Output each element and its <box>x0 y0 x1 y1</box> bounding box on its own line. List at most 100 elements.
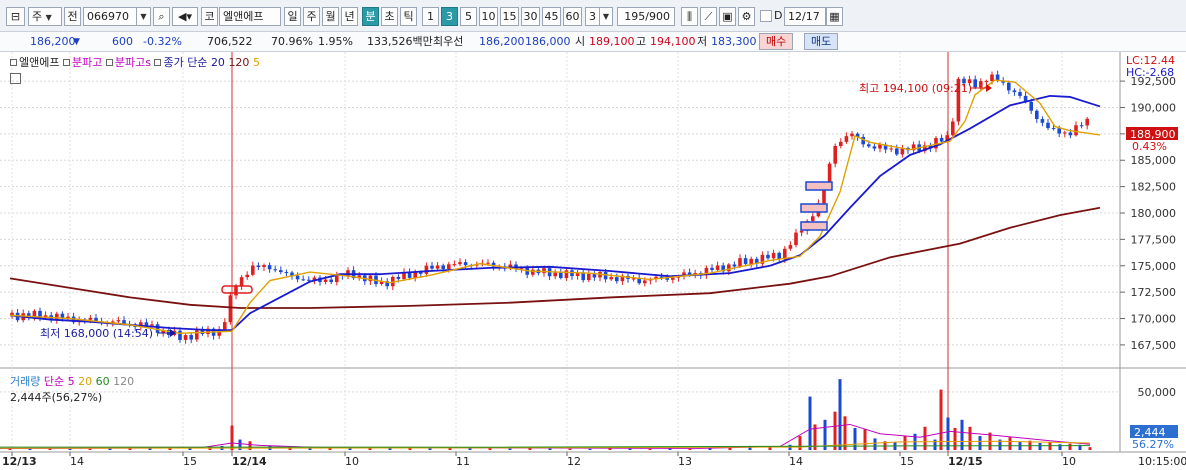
volume-bar <box>968 426 972 450</box>
interval-10[interactable]: 10 <box>479 7 498 26</box>
candle-body <box>441 265 445 269</box>
volume-bar <box>648 448 652 450</box>
time-axis-label: 10 <box>1062 455 1076 468</box>
candle-body <box>116 320 121 322</box>
high-label: 고 <box>636 35 647 48</box>
interval-30[interactable]: 30 <box>521 7 540 26</box>
current-pct-label: 0.43% <box>1132 140 1167 153</box>
gear-icon[interactable]: ⚙ <box>738 7 755 26</box>
legend-toggle[interactable] <box>10 59 17 66</box>
legend-item-close-ma[interactable]: 종가 단순 <box>163 56 207 69</box>
candle-body <box>771 252 776 259</box>
candle-body <box>727 264 731 272</box>
tab-week[interactable]: 주 <box>303 7 320 26</box>
interval-45[interactable]: 45 <box>542 7 561 26</box>
candle-body <box>435 265 440 269</box>
legend-toggle[interactable] <box>154 59 162 66</box>
candle-body <box>447 264 451 269</box>
volume-bar <box>28 448 32 450</box>
legend-item-bunpago-s[interactable]: 분파고s <box>115 56 151 69</box>
volume-name[interactable]: 거래량 <box>10 375 40 388</box>
candle-body <box>788 245 793 249</box>
window-icon[interactable]: ⊟ <box>6 7 25 26</box>
candle-settings-icon[interactable]: ⫼ <box>681 7 698 26</box>
legend-item-bunpago[interactable]: 분파고 <box>72 56 102 69</box>
candle-body <box>615 277 619 282</box>
candle-body <box>895 148 899 155</box>
tab-second[interactable]: 초 <box>381 7 398 26</box>
date-input[interactable]: 12/17 <box>784 7 826 26</box>
price-change: 600 <box>112 35 133 48</box>
tab-month[interactable]: 월 <box>322 7 339 26</box>
signal-box <box>800 221 828 231</box>
interval-5[interactable]: 5 <box>460 7 477 26</box>
save-icon[interactable]: ▣ <box>719 7 736 26</box>
volume-bar <box>1058 444 1062 450</box>
open-label: 시 <box>575 35 586 48</box>
price-tick-label: 182,500 <box>1131 181 1177 194</box>
time-axis-label: 15 <box>183 455 197 468</box>
interval-3[interactable]: 3 <box>441 7 458 26</box>
legend-item-stock[interactable]: 엘앤에프 <box>19 56 59 69</box>
stock-code-value: 066970 <box>87 10 129 23</box>
trend-line-icon[interactable]: ⟋ <box>700 7 717 26</box>
grid-icon[interactable] <box>10 73 21 84</box>
volume-bar <box>468 448 472 450</box>
candle-body <box>256 265 261 268</box>
candle-body <box>833 146 837 164</box>
candle-body <box>251 265 255 275</box>
speaker-icon[interactable]: ◀▾ <box>172 7 198 26</box>
tab-minute[interactable]: 분 <box>362 7 379 26</box>
price-change-pct: -0.32% <box>143 35 182 48</box>
search-icon[interactable]: ⌕ <box>153 7 170 26</box>
candle-body <box>239 277 244 287</box>
current-price: 186,200 <box>30 35 76 48</box>
volume-bar <box>838 379 842 450</box>
buy-button[interactable]: 매수 <box>759 33 794 50</box>
period-type-select[interactable]: 주 ▼ <box>28 7 62 26</box>
interval-1[interactable]: 1 <box>422 7 439 26</box>
volume-bar <box>508 448 512 450</box>
count-field[interactable]: 195/900 <box>617 7 675 26</box>
candle-body <box>1012 90 1017 93</box>
min-price-annotation: 최저 168,000 (14:54) <box>40 327 153 340</box>
volume-bar <box>1048 442 1052 450</box>
open-price: 189,100 <box>589 35 635 48</box>
candle-body <box>743 258 748 264</box>
interval-dropdown-button[interactable]: ▼ <box>599 7 613 26</box>
code-dropdown-button[interactable]: ▼ <box>136 7 151 26</box>
candle-body <box>749 258 753 264</box>
tab-tick[interactable]: 틱 <box>400 7 417 26</box>
candle-body <box>603 272 608 280</box>
date-checkbox[interactable] <box>760 10 772 22</box>
best-bid: 186,000 <box>525 35 571 48</box>
chevron-down-icon: ▼ <box>45 13 52 22</box>
volume-pct-label: 56.27% <box>1132 438 1174 451</box>
prev-button[interactable]: 전 <box>64 7 81 26</box>
high-price: 194,100 <box>650 35 696 48</box>
tab-year[interactable]: 년 <box>341 7 358 26</box>
price-tick-label: 180,000 <box>1131 207 1177 220</box>
volume-bar <box>688 448 692 450</box>
candle-body <box>452 264 457 266</box>
trade-amount: 133,526백만 <box>367 35 433 48</box>
volume-bar <box>873 438 877 450</box>
legend-toggle[interactable] <box>62 59 70 66</box>
candle-body <box>984 81 989 83</box>
candle-body <box>1079 125 1084 127</box>
volume-bar <box>668 448 672 450</box>
volume-bar <box>708 448 712 450</box>
price-tick-label: 170,000 <box>1131 313 1177 326</box>
volume-bar <box>798 436 802 450</box>
legend-toggle[interactable] <box>105 59 113 66</box>
price-chart[interactable]: 192,500190,000187,500185,000182,500180,0… <box>0 52 1186 470</box>
candle-body <box>323 279 328 283</box>
tab-day[interactable]: 일 <box>284 7 301 26</box>
interval-60[interactable]: 60 <box>563 7 582 26</box>
calendar-icon[interactable]: ▦ <box>826 7 843 26</box>
sell-button[interactable]: 매도 <box>804 33 839 50</box>
stock-name-field[interactable]: 엘앤에프 <box>219 7 281 26</box>
best-price-label: 최우선 <box>433 35 464 48</box>
interval-15[interactable]: 15 <box>500 7 519 26</box>
price-tick-label: 185,000 <box>1131 154 1177 167</box>
